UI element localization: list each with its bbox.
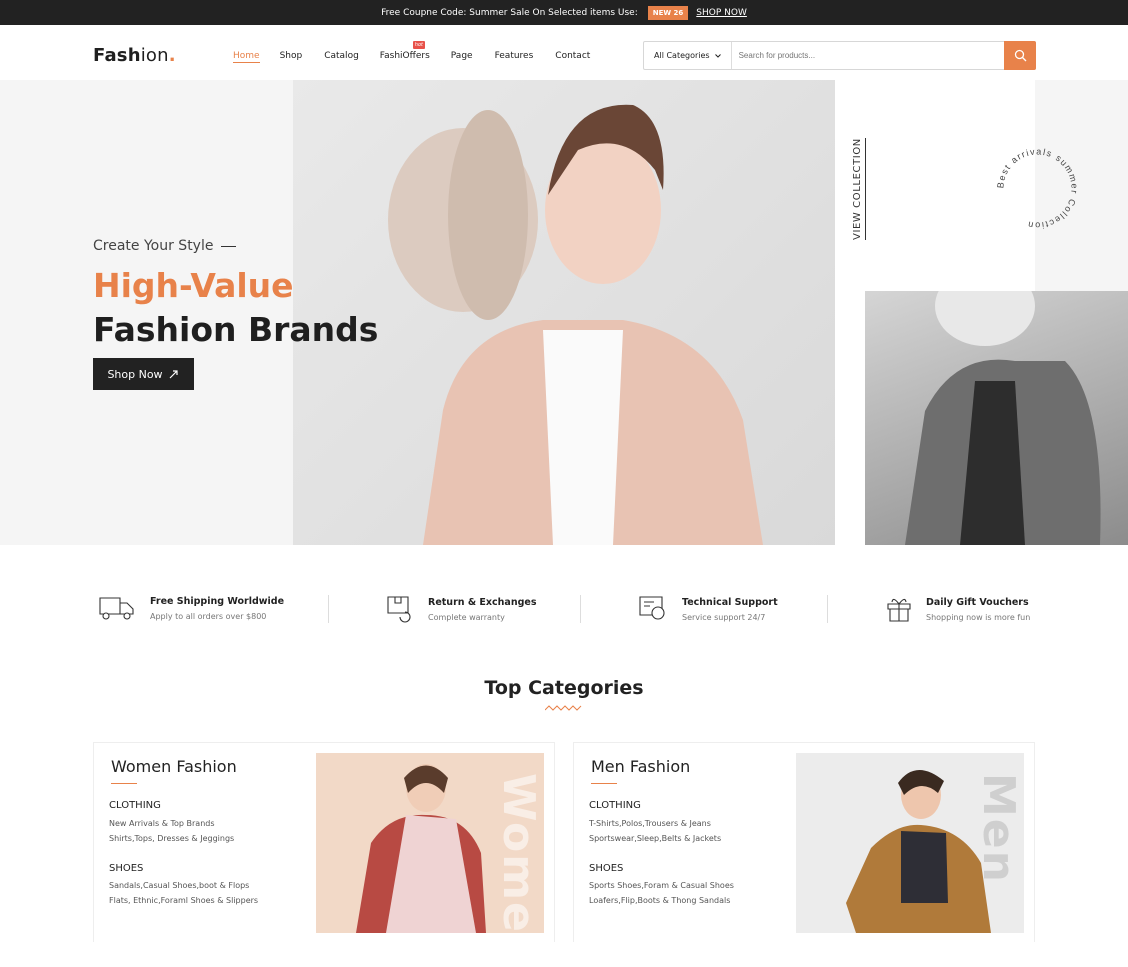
truck-icon: [99, 597, 134, 620]
search-button[interactable]: [1004, 41, 1036, 70]
category-link[interactable]: New Arrivals & Top Brands: [109, 819, 215, 828]
gift-icon: [887, 598, 911, 622]
category-section-label: CLOTHING: [109, 800, 161, 811]
category-card-women[interactable]: Women Fashion CLOTHING New Arrivals & To…: [93, 742, 555, 967]
category-title: Women Fashion: [111, 757, 237, 776]
wavy-divider: [545, 705, 582, 711]
category-section-label: SHOES: [109, 863, 144, 874]
category-title: Men Fashion: [591, 757, 691, 776]
main-nav: Home Shop Catalog FashiOffers hot Page Fe…: [233, 41, 590, 63]
category-select[interactable]: All Categories: [644, 42, 732, 69]
search-input[interactable]: [731, 42, 1004, 69]
category-link[interactable]: Sports Shoes,Foram & Casual Shoes: [589, 881, 734, 890]
hot-badge: hot: [412, 41, 425, 49]
promo-message: Free Coupne Code: Summer Sale On Selecte…: [381, 7, 638, 18]
hero-tagline: Create Your Style: [93, 238, 237, 254]
feature-gift: Daily Gift Vouchers Shopping now is more …: [886, 595, 1030, 623]
arrow-icon: [169, 369, 178, 378]
men-category-image[interactable]: Men: [796, 753, 1024, 933]
category-section-label: SHOES: [589, 863, 624, 874]
section-title: Top Categories: [484, 677, 644, 699]
feature-divider: [328, 595, 329, 623]
nav-home[interactable]: Home: [233, 51, 260, 63]
category-link[interactable]: T-Shirts,Polos,Trousers & Jeans: [589, 819, 711, 828]
category-link[interactable]: Sandals,Casual Shoes,boot & Flops: [109, 881, 249, 890]
feature-divider: [580, 595, 581, 623]
nav-features[interactable]: Features: [495, 51, 534, 63]
svg-text:Best arrivals summer Collectio: Best arrivals summer Collection: [995, 146, 1079, 230]
hero-section: Create Your Style High-Value Fashion Bra…: [0, 80, 1128, 545]
category-link[interactable]: Loafers,Flip,Boots & Thong Sandals: [589, 896, 730, 905]
hero-title-line1: High-Value: [93, 266, 294, 305]
chevron-down-icon: [714, 53, 721, 58]
category-link[interactable]: Shirts,Tops, Dresses & Jeggings: [109, 834, 234, 843]
title-underline: [111, 783, 137, 784]
promo-badge: NEW 26: [647, 5, 689, 20]
nav-fashioffers[interactable]: FashiOffers hot: [380, 41, 430, 63]
men-watermark: Men: [973, 773, 1024, 884]
women-category-image[interactable]: Women: [316, 753, 544, 967]
promo-shop-now-link[interactable]: SHOP NOW: [696, 8, 747, 18]
category-link[interactable]: Sportswear,Sleep,Belts & Jackets: [589, 834, 721, 843]
circular-badge-text: Best arrivals summer Collection: [995, 146, 1078, 230]
category-link[interactable]: Flats, Ethnic,Foraml Shoes & Slippers: [109, 896, 258, 905]
hero-secondary-image: [865, 266, 1128, 545]
return-box-icon: [387, 596, 411, 623]
nav-catalog[interactable]: Catalog: [324, 51, 359, 63]
search-icon: [1014, 49, 1026, 62]
promo-bar: Free Coupne Code: Summer Sale On Selecte…: [0, 0, 1128, 25]
site-header: Fashion. Home Shop Catalog FashiOffers ho…: [0, 25, 1128, 80]
women-watermark: Women: [493, 773, 544, 967]
feature-support: Technical Support Service support 24/7: [638, 595, 778, 623]
shop-now-button[interactable]: Shop Now: [93, 358, 194, 390]
hero-title-line2: Fashion Brands: [93, 310, 379, 349]
feature-returns: Return & Exchanges Complete warranty: [386, 595, 537, 623]
nav-shop[interactable]: Shop: [280, 51, 303, 63]
view-collection-link[interactable]: VIEW COLLECTION: [852, 138, 866, 240]
support-icon: [639, 596, 665, 620]
nav-contact[interactable]: Contact: [555, 51, 590, 63]
category-section-label: CLOTHING: [589, 800, 641, 811]
feature-shipping: Free Shipping Worldwide Apply to all orde…: [96, 595, 284, 621]
feature-divider: [827, 595, 828, 623]
site-logo[interactable]: Fashion.: [93, 45, 176, 66]
nav-page[interactable]: Page: [451, 51, 473, 63]
title-underline: [591, 783, 617, 784]
category-card-men[interactable]: Men Fashion CLOTHING T-Shirts,Polos,Trou…: [573, 742, 1035, 942]
search-bar: All Categories: [643, 41, 1036, 70]
circular-badge: Best arrivals summer Collection: [995, 146, 1079, 230]
